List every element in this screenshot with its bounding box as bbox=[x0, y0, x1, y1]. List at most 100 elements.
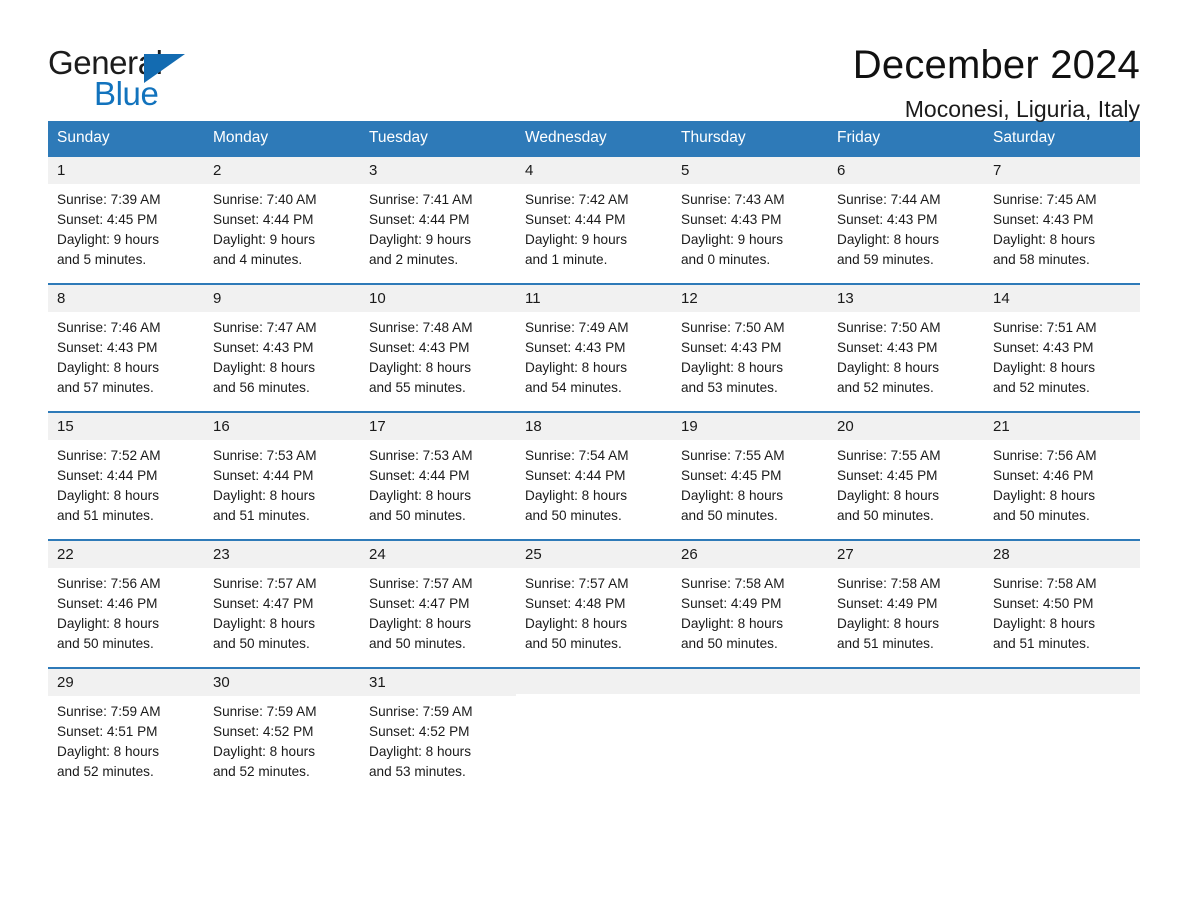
day-number: 10 bbox=[360, 284, 516, 312]
calendar-day-cell[interactable]: 11 Sunrise: 7:49 AM Sunset: 4:43 PM Dayligh… bbox=[516, 284, 672, 402]
calendar-day-cell[interactable]: 16 Sunrise: 7:53 AM Sunset: 4:44 PM Dayligh… bbox=[204, 412, 360, 530]
weekday-header-sunday: Sunday bbox=[57, 129, 110, 146]
daylight-text-line2: and 54 minutes. bbox=[525, 380, 622, 396]
sunrise-text: Sunrise: 7:48 AM bbox=[369, 319, 473, 335]
day-number: 13 bbox=[828, 284, 984, 312]
sunrise-text: Sunrise: 7:40 AM bbox=[213, 191, 317, 207]
calendar-day-cell[interactable]: 28 Sunrise: 7:58 AM Sunset: 4:50 PM Dayligh… bbox=[984, 540, 1140, 658]
day-details: Sunrise: 7:51 AM Sunset: 4:43 PM Daylight:… bbox=[984, 312, 1140, 398]
weekday-header-wednesday: Wednesday bbox=[525, 129, 607, 146]
sunrise-text: Sunrise: 7:50 AM bbox=[837, 319, 941, 335]
day-details: Sunrise: 7:59 AM Sunset: 4:52 PM Daylight:… bbox=[360, 696, 516, 782]
calendar-day-cell[interactable]: 1 Sunrise: 7:39 AM Sunset: 4:45 PM Daylight… bbox=[48, 156, 204, 274]
daylight-text-line1: Daylight: 8 hours bbox=[837, 616, 940, 632]
calendar-day-cell[interactable]: 7 Sunrise: 7:45 AM Sunset: 4:43 PM Daylight… bbox=[984, 156, 1140, 274]
daylight-text-line2: and 51 minutes. bbox=[57, 508, 154, 524]
calendar-day-cell[interactable]: 29 Sunrise: 7:59 AM Sunset: 4:51 PM Dayligh… bbox=[48, 668, 204, 786]
sunset-text: Sunset: 4:43 PM bbox=[213, 339, 314, 355]
calendar-day-cell[interactable]: 3 Sunrise: 7:41 AM Sunset: 4:44 PM Daylight… bbox=[360, 156, 516, 274]
day-number: 14 bbox=[984, 284, 1140, 312]
day-details: Sunrise: 7:40 AM Sunset: 4:44 PM Daylight:… bbox=[204, 184, 360, 270]
page-title: December 2024 bbox=[852, 43, 1140, 87]
calendar-day-cell[interactable]: 12 Sunrise: 7:50 AM Sunset: 4:43 PM Dayligh… bbox=[672, 284, 828, 402]
calendar-day-cell[interactable]: 24 Sunrise: 7:57 AM Sunset: 4:47 PM Dayligh… bbox=[360, 540, 516, 658]
daylight-text-line2: and 56 minutes. bbox=[213, 380, 310, 396]
day-details: Sunrise: 7:49 AM Sunset: 4:43 PM Daylight:… bbox=[516, 312, 672, 398]
calendar-day-cell[interactable]: 9 Sunrise: 7:47 AM Sunset: 4:43 PM Daylight… bbox=[204, 284, 360, 402]
day-details: Sunrise: 7:57 AM Sunset: 4:48 PM Daylight:… bbox=[516, 568, 672, 654]
day-number: 3 bbox=[360, 156, 516, 184]
day-details: Sunrise: 7:44 AM Sunset: 4:43 PM Daylight:… bbox=[828, 184, 984, 270]
daylight-text-line1: Daylight: 8 hours bbox=[525, 360, 628, 376]
calendar-day-cell[interactable]: 5 Sunrise: 7:43 AM Sunset: 4:43 PM Daylight… bbox=[672, 156, 828, 274]
calendar-day-cell[interactable]: 22 Sunrise: 7:56 AM Sunset: 4:46 PM Dayligh… bbox=[48, 540, 204, 658]
day-number: 21 bbox=[984, 412, 1140, 440]
sunrise-text: Sunrise: 7:53 AM bbox=[369, 447, 473, 463]
calendar-day-cell[interactable]: 13 Sunrise: 7:50 AM Sunset: 4:43 PM Dayligh… bbox=[828, 284, 984, 402]
daylight-text-line1: Daylight: 9 hours bbox=[369, 232, 472, 248]
sunset-text: Sunset: 4:46 PM bbox=[57, 595, 158, 611]
daylight-text-line2: and 53 minutes. bbox=[681, 380, 778, 396]
calendar-day-cell[interactable]: 8 Sunrise: 7:46 AM Sunset: 4:43 PM Daylight… bbox=[48, 284, 204, 402]
calendar-day-cell[interactable]: 30 Sunrise: 7:59 AM Sunset: 4:52 PM Dayligh… bbox=[204, 668, 360, 786]
logo-word-blue: Blue bbox=[94, 75, 159, 112]
calendar-day-cell[interactable]: 17 Sunrise: 7:53 AM Sunset: 4:44 PM Dayligh… bbox=[360, 412, 516, 530]
weekday-header-monday: Monday bbox=[213, 129, 269, 146]
daylight-text-line1: Daylight: 8 hours bbox=[213, 488, 316, 504]
calendar-weeks: 1 Sunrise: 7:39 AM Sunset: 4:45 PM Daylight… bbox=[48, 156, 1140, 786]
sunset-text: Sunset: 4:48 PM bbox=[525, 595, 626, 611]
daylight-text-line1: Daylight: 9 hours bbox=[213, 232, 316, 248]
weekday-header-tuesday: Tuesday bbox=[369, 129, 428, 146]
daylight-text-line1: Daylight: 8 hours bbox=[993, 616, 1096, 632]
day-details: Sunrise: 7:41 AM Sunset: 4:44 PM Daylight:… bbox=[360, 184, 516, 270]
calendar-day-cell[interactable]: 15 Sunrise: 7:52 AM Sunset: 4:44 PM Dayligh… bbox=[48, 412, 204, 530]
day-details: Sunrise: 7:59 AM Sunset: 4:51 PM Daylight:… bbox=[48, 696, 204, 782]
sunrise-text: Sunrise: 7:58 AM bbox=[993, 575, 1097, 591]
day-number: 28 bbox=[984, 540, 1140, 568]
daylight-text-line1: Daylight: 8 hours bbox=[681, 360, 784, 376]
calendar-day-cell[interactable]: 19 Sunrise: 7:55 AM Sunset: 4:45 PM Dayligh… bbox=[672, 412, 828, 530]
daylight-text-line2: and 51 minutes. bbox=[993, 636, 1090, 652]
daylight-text-line1: Daylight: 8 hours bbox=[681, 488, 784, 504]
calendar-day-cell[interactable]: 6 Sunrise: 7:44 AM Sunset: 4:43 PM Daylight… bbox=[828, 156, 984, 274]
calendar-day-cell[interactable]: 25 Sunrise: 7:57 AM Sunset: 4:48 PM Dayligh… bbox=[516, 540, 672, 658]
calendar-day-cell[interactable]: 26 Sunrise: 7:58 AM Sunset: 4:49 PM Dayligh… bbox=[672, 540, 828, 658]
daylight-text-line1: Daylight: 9 hours bbox=[57, 232, 160, 248]
daylight-text-line2: and 0 minutes. bbox=[681, 252, 771, 268]
day-number bbox=[672, 668, 828, 694]
daylight-text-line2: and 57 minutes. bbox=[57, 380, 154, 396]
calendar-day-cell[interactable]: 27 Sunrise: 7:58 AM Sunset: 4:49 PM Dayligh… bbox=[828, 540, 984, 658]
calendar-day-cell[interactable]: 20 Sunrise: 7:55 AM Sunset: 4:45 PM Dayligh… bbox=[828, 412, 984, 530]
calendar-day-cell[interactable]: 14 Sunrise: 7:51 AM Sunset: 4:43 PM Dayligh… bbox=[984, 284, 1140, 402]
calendar-day-cell[interactable]: 31 Sunrise: 7:59 AM Sunset: 4:52 PM Dayligh… bbox=[360, 668, 516, 786]
day-details bbox=[516, 694, 672, 700]
generalblue-logo[interactable]: General Blue bbox=[48, 44, 198, 114]
daylight-text-line1: Daylight: 9 hours bbox=[525, 232, 628, 248]
calendar-day-cell-empty bbox=[828, 668, 984, 786]
daylight-text-line2: and 50 minutes. bbox=[993, 508, 1090, 524]
sunrise-text: Sunrise: 7:55 AM bbox=[837, 447, 941, 463]
day-details: Sunrise: 7:57 AM Sunset: 4:47 PM Daylight:… bbox=[204, 568, 360, 654]
sunrise-text: Sunrise: 7:50 AM bbox=[681, 319, 785, 335]
day-details: Sunrise: 7:50 AM Sunset: 4:43 PM Daylight:… bbox=[828, 312, 984, 398]
daylight-text-line1: Daylight: 8 hours bbox=[837, 488, 940, 504]
daylight-text-line1: Daylight: 8 hours bbox=[213, 616, 316, 632]
calendar-day-cell[interactable]: 21 Sunrise: 7:56 AM Sunset: 4:46 PM Dayligh… bbox=[984, 412, 1140, 530]
weekday-header-thursday: Thursday bbox=[681, 129, 746, 146]
calendar-day-cell[interactable]: 4 Sunrise: 7:42 AM Sunset: 4:44 PM Daylight… bbox=[516, 156, 672, 274]
calendar-day-cell[interactable]: 18 Sunrise: 7:54 AM Sunset: 4:44 PM Dayligh… bbox=[516, 412, 672, 530]
sunset-text: Sunset: 4:43 PM bbox=[837, 339, 938, 355]
day-number: 20 bbox=[828, 412, 984, 440]
day-number: 9 bbox=[204, 284, 360, 312]
day-details: Sunrise: 7:53 AM Sunset: 4:44 PM Daylight:… bbox=[204, 440, 360, 526]
daylight-text-line1: Daylight: 8 hours bbox=[213, 360, 316, 376]
daylight-text-line2: and 50 minutes. bbox=[57, 636, 154, 652]
calendar-grid: Sunday Monday Tuesday Wednesday Thursday… bbox=[48, 121, 1140, 786]
calendar-day-cell[interactable]: 10 Sunrise: 7:48 AM Sunset: 4:43 PM Dayligh… bbox=[360, 284, 516, 402]
sunrise-text: Sunrise: 7:58 AM bbox=[681, 575, 785, 591]
day-details: Sunrise: 7:56 AM Sunset: 4:46 PM Daylight:… bbox=[984, 440, 1140, 526]
sunrise-text: Sunrise: 7:59 AM bbox=[57, 703, 161, 719]
calendar-day-cell[interactable]: 2 Sunrise: 7:40 AM Sunset: 4:44 PM Daylight… bbox=[204, 156, 360, 274]
day-number: 6 bbox=[828, 156, 984, 184]
calendar-day-cell[interactable]: 23 Sunrise: 7:57 AM Sunset: 4:47 PM Dayligh… bbox=[204, 540, 360, 658]
